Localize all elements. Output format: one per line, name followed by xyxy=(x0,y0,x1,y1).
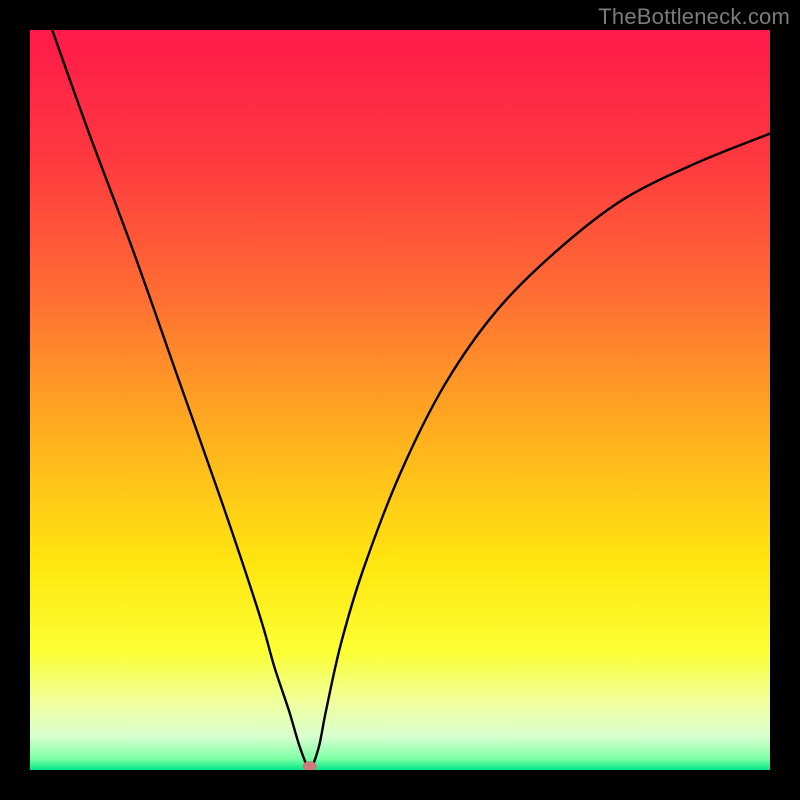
chart-container: TheBottleneck.com xyxy=(0,0,800,800)
plot-area xyxy=(30,30,770,770)
watermark-text: TheBottleneck.com xyxy=(598,4,790,30)
gradient-background xyxy=(30,30,770,770)
bottleneck-chart xyxy=(30,30,770,770)
